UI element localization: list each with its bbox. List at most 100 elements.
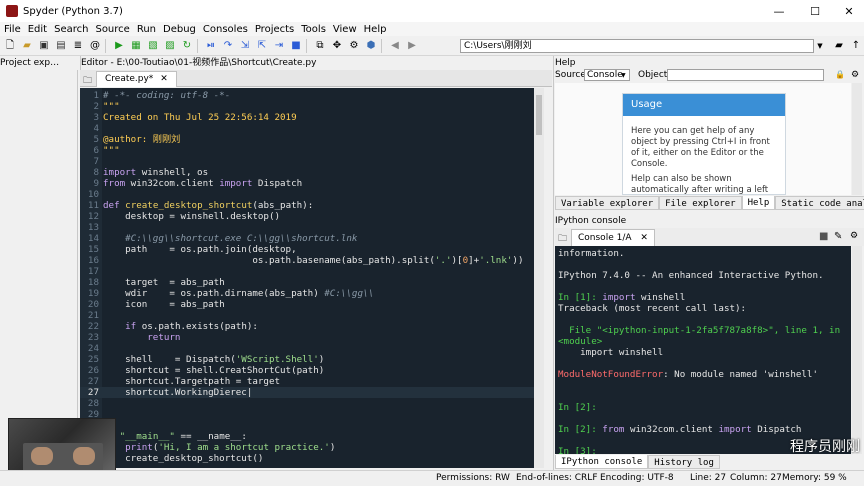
editor-scrollbar-thumb[interactable]: [536, 95, 542, 135]
code-line[interactable]: 15 path = os.path.join(desktop,: [80, 244, 534, 255]
save-icon[interactable]: ▣: [37, 39, 51, 53]
menu-consoles[interactable]: Consoles: [203, 24, 248, 35]
object-input[interactable]: [667, 69, 824, 81]
ipython-console-output[interactable]: information. IPython 7.4.0 -- An enhanced…: [555, 246, 851, 454]
code-line[interactable]: 31if "__main__" == __name__:: [80, 431, 534, 442]
tab-help[interactable]: Help: [741, 196, 776, 210]
python-path-icon[interactable]: ⬢: [364, 39, 378, 53]
up-arrow-icon[interactable]: ↑: [849, 39, 863, 53]
tab-variable-explorer[interactable]: Variable explorer: [555, 196, 660, 210]
menu-help[interactable]: Help: [364, 24, 387, 35]
edit-icon[interactable]: ✎: [834, 231, 842, 242]
code-line[interactable]: 30: [80, 420, 534, 431]
close-button[interactable]: ✕: [832, 0, 864, 22]
code-line[interactable]: 25 shell = Dispatch('WScript.Shell'): [80, 354, 534, 365]
run-selection-icon[interactable]: ▨: [163, 39, 177, 53]
step-icon[interactable]: ↷: [221, 39, 235, 53]
code-line[interactable]: 33 create_desktop_shortcut(): [80, 453, 534, 464]
console-scrollbar[interactable]: [852, 246, 862, 454]
code-line[interactable]: 3 Created on Thu Jul 25 22:56:14 2019: [80, 112, 534, 123]
menu-source[interactable]: Source: [95, 24, 129, 35]
code-line[interactable]: 27 shortcut.WorkingDierec|: [80, 387, 534, 398]
list-icon[interactable]: ≣: [71, 39, 85, 53]
gear-icon[interactable]: ⚙: [850, 231, 858, 241]
tab-file-explorer[interactable]: File explorer: [659, 196, 742, 210]
open-file-icon[interactable]: ▰: [20, 39, 34, 53]
code-line[interactable]: 19 wdir = os.path.dirname(abs_path) #C:\…: [80, 288, 534, 299]
menu-file[interactable]: File: [4, 24, 21, 35]
menu-projects[interactable]: Projects: [255, 24, 294, 35]
forward-arrow-icon[interactable]: ▶: [405, 39, 419, 53]
tab-ipython-console[interactable]: IPython console: [555, 455, 649, 469]
step-return-icon[interactable]: ⇱: [255, 39, 269, 53]
code-line[interactable]: 24: [80, 343, 534, 354]
lock-icon[interactable]: 🔒: [835, 68, 845, 82]
code-line[interactable]: 29: [80, 409, 534, 420]
step-into-icon[interactable]: ⇲: [238, 39, 252, 53]
chevron-down-icon[interactable]: ▼: [621, 69, 626, 83]
menu-edit[interactable]: Edit: [28, 24, 47, 35]
console-tab[interactable]: Console 1/A ✕: [571, 229, 655, 246]
working-directory-input[interactable]: C:\Users\刚刚刘: [460, 39, 814, 53]
menu-tools[interactable]: Tools: [301, 24, 326, 35]
preferences-icon[interactable]: ⚙: [347, 39, 361, 53]
code-line[interactable]: 26 shortcut = shell.CreatShortCut(path): [80, 365, 534, 376]
code-line[interactable]: 18 target = abs_path: [80, 277, 534, 288]
code-line[interactable]: 9 from win32com.client import Dispatch: [80, 178, 534, 189]
minimize-button[interactable]: —: [762, 0, 796, 22]
editor-tab-create-py[interactable]: Create.py* ✕: [96, 71, 177, 87]
stop-debug-icon[interactable]: ■: [289, 39, 303, 53]
folder-icon[interactable]: ▰: [832, 39, 846, 53]
code-line[interactable]: 27 shortcut.Targetpath = target: [80, 376, 534, 387]
code-line[interactable]: 1 # -*- coding: utf-8 -*-: [80, 90, 534, 101]
debug-icon[interactable]: ⏯: [204, 39, 218, 53]
maximize-button[interactable]: ☐: [798, 0, 832, 22]
code-line[interactable]: 17: [80, 266, 534, 277]
code-line[interactable]: 22 if os.path.exists(path):: [80, 321, 534, 332]
run-cell-icon[interactable]: ▦: [129, 39, 143, 53]
close-tab-icon[interactable]: ✕: [640, 233, 648, 243]
tab-static-code-analysis[interactable]: Static code analysis: [775, 196, 864, 210]
chevron-down-icon[interactable]: ▼: [814, 39, 826, 53]
fullscreen-icon[interactable]: ✥: [330, 39, 344, 53]
menu-search[interactable]: Search: [54, 24, 88, 35]
menu-run[interactable]: Run: [137, 24, 156, 35]
code-line[interactable]: 10: [80, 189, 534, 200]
rerun-icon[interactable]: ↻: [180, 39, 194, 53]
code-line[interactable]: 12 desktop = winshell.desktop(): [80, 211, 534, 222]
code-line[interactable]: 6 """: [80, 145, 534, 156]
code-line[interactable]: 5 @author: 刚刚刘: [80, 134, 534, 145]
code-line[interactable]: 21: [80, 310, 534, 321]
at-icon[interactable]: @: [88, 39, 102, 53]
code-editor[interactable]: 1 # -*- coding: utf-8 -*- 2 """ 3 Created on …: [80, 88, 534, 468]
continue-icon[interactable]: ⇥: [272, 39, 286, 53]
menu-debug[interactable]: Debug: [163, 24, 196, 35]
gear-icon[interactable]: ⚙: [851, 68, 859, 82]
new-file-icon[interactable]: 🗋: [3, 39, 17, 53]
code-line[interactable]: 13: [80, 222, 534, 233]
browse-tabs-icon[interactable]: 🗀: [83, 73, 92, 89]
code-line[interactable]: 16 os.path.basename(abs_path).split('.')…: [80, 255, 534, 266]
code-line[interactable]: 8 import winshell, os: [80, 167, 534, 178]
tab-history-log[interactable]: History log: [648, 455, 720, 469]
code-line[interactable]: 4: [80, 123, 534, 134]
run-icon[interactable]: ▶: [112, 39, 126, 53]
close-tab-icon[interactable]: ✕: [160, 74, 168, 84]
code-line[interactable]: 14 #C:\\gg\\shortcut.exe C:\\gg\\shortcu…: [80, 233, 534, 244]
code-line[interactable]: 2 """: [80, 101, 534, 112]
menu-view[interactable]: View: [333, 24, 357, 35]
stop-icon[interactable]: ■: [819, 231, 828, 242]
code-line[interactable]: 11 def create_desktop_shortcut(abs_path):: [80, 200, 534, 211]
editor-scrollbar[interactable]: [534, 88, 544, 468]
code-line[interactable]: 28: [80, 398, 534, 409]
save-all-icon[interactable]: ▤: [54, 39, 68, 53]
back-arrow-icon[interactable]: ◀: [388, 39, 402, 53]
browse-tabs-icon[interactable]: 🗀: [558, 231, 567, 247]
run-cell-advance-icon[interactable]: ▧: [146, 39, 160, 53]
code-line[interactable]: 32 print('Hi, I am a shortcut practice.'…: [80, 442, 534, 453]
code-line[interactable]: 7: [80, 156, 534, 167]
code-line[interactable]: 20 icon = abs_path: [80, 299, 534, 310]
help-scrollbar[interactable]: [852, 83, 862, 195]
maximize-pane-icon[interactable]: ⧉: [313, 39, 327, 53]
code-line[interactable]: 23 return: [80, 332, 534, 343]
